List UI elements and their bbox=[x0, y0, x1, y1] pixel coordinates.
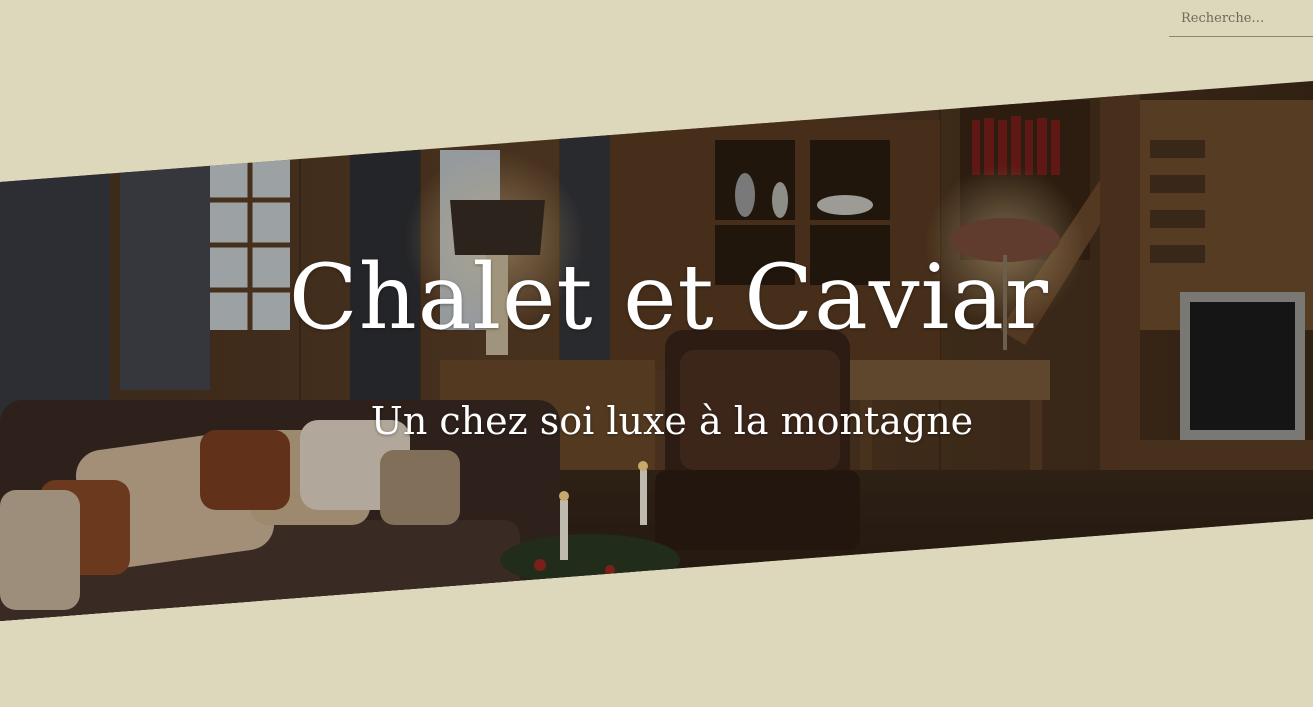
search-box bbox=[1169, 0, 1313, 37]
search-input[interactable] bbox=[1169, 0, 1313, 36]
site-title[interactable]: Chalet et Caviar bbox=[0, 238, 1313, 358]
hero-banner: Chalet et Caviar Un chez soi luxe à la m… bbox=[0, 81, 1313, 621]
site-tagline: Un chez soi luxe à la montagne bbox=[370, 399, 974, 443]
